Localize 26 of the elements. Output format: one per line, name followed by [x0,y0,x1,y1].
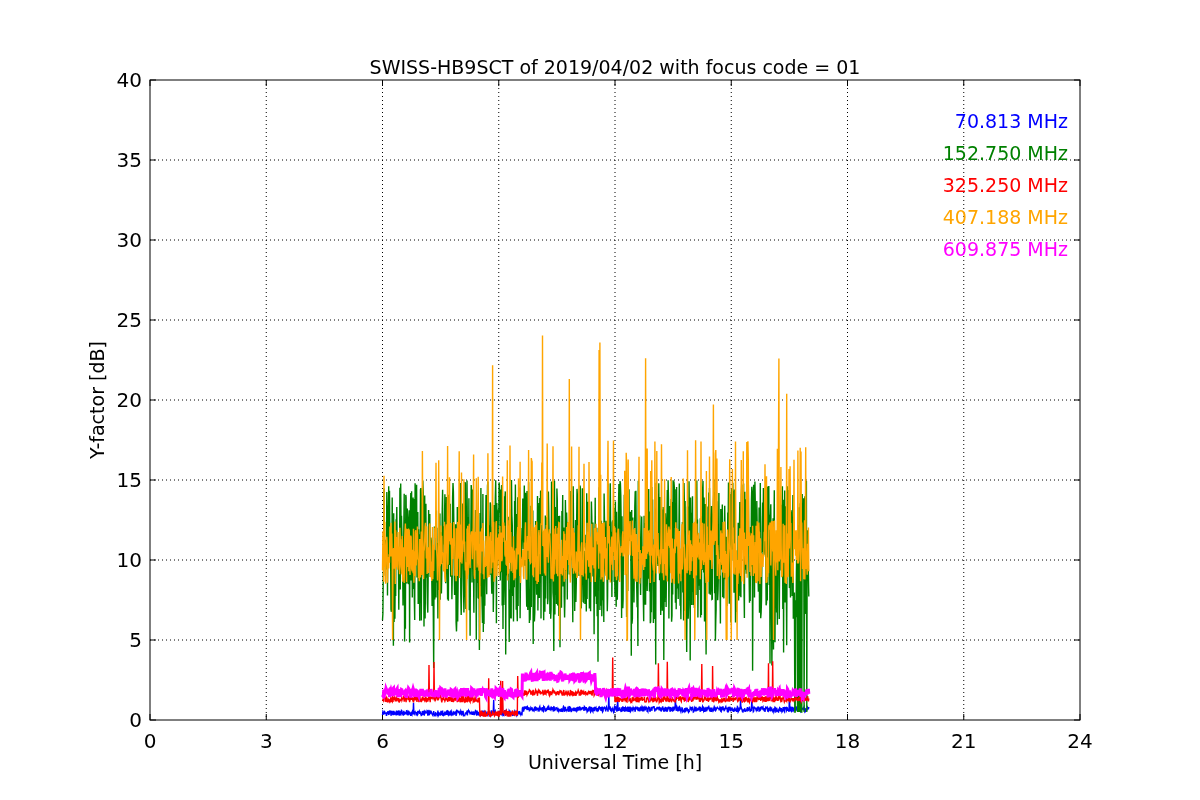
legend-label: 70.813 MHz [954,110,1068,132]
x-tick-label: 24 [1067,729,1093,753]
y-tick-label: 20 [116,388,142,412]
x-tick-label: 15 [718,729,744,753]
y-tick-label: 25 [116,308,142,332]
y-axis-label: Y-factor [dB] [86,341,108,459]
x-tick-label: 3 [259,729,273,753]
y-tick-label: 15 [116,468,142,492]
chart-title: SWISS-HB9SCT of 2019/04/02 with focus code = 01 [369,56,861,78]
x-tick-label: 6 [376,729,389,753]
x-tick-label: 0 [143,729,157,753]
y-tick-label: 40 [116,68,142,92]
x-tick-label: 21 [951,729,977,753]
legend-label: 407.188 MHz [942,206,1068,228]
y-tick-label: 10 [116,548,142,572]
y-tick-label: 0 [129,708,142,732]
legend-label: 325.250 MHz [942,174,1068,196]
y-tick-label: 35 [116,148,142,172]
y-tick-label: 5 [129,628,142,652]
x-axis-label: Universal Time [h] [527,751,703,773]
legend-label: 609.875 MHz [942,238,1068,260]
legend-label: 152.750 MHz [942,142,1068,164]
y-tick-label: 30 [116,228,142,252]
x-tick-label: 12 [602,729,628,753]
x-tick-label: 9 [492,729,506,753]
x-tick-label: 18 [834,729,861,753]
